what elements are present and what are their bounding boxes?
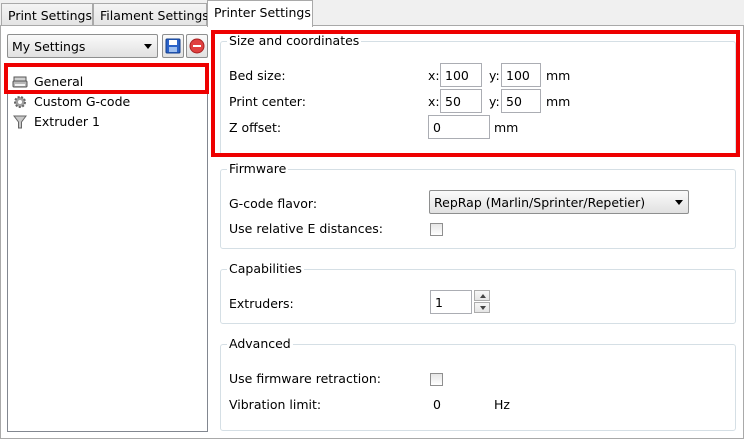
advanced-group: Advanced Use firmware retraction: Vibrat… — [220, 336, 736, 431]
save-preset-button[interactable] — [162, 34, 184, 58]
firmware-retraction-label: Use firmware retraction: — [229, 371, 381, 386]
group-title: Capabilities — [227, 261, 304, 276]
gcode-flavor-label: G-code flavor: — [229, 196, 318, 211]
chevron-down-icon — [144, 44, 152, 49]
delete-preset-button[interactable] — [186, 34, 208, 58]
tab-label: Filament Settings — [100, 8, 209, 23]
group-title: Firmware — [227, 161, 289, 176]
highlight-box-size-coordinates — [211, 30, 740, 157]
tree-item-custom-gcode[interactable]: Custom G-code — [12, 93, 202, 111]
chevron-down-icon — [675, 200, 683, 205]
stepper-down-button[interactable] — [474, 302, 490, 313]
funnel-icon — [13, 115, 27, 129]
tree-item-label: Extruder 1 — [34, 114, 100, 129]
preset-select[interactable]: My Settings — [7, 34, 158, 58]
firmware-group: Firmware G-code flavor: RepRap (Marlin/S… — [220, 161, 736, 249]
tab-label: Printer Settings — [214, 5, 311, 20]
gear-icon — [14, 96, 26, 108]
relative-e-label: Use relative E distances: — [229, 221, 384, 236]
save-icon — [165, 38, 181, 54]
delete-icon — [189, 38, 205, 54]
tab-printer-settings[interactable]: Printer Settings — [207, 0, 313, 27]
extruders-stepper — [474, 290, 492, 314]
tab-print-settings[interactable]: Print Settings — [1, 3, 93, 26]
extruders-label: Extruders: — [229, 296, 294, 311]
tree-item-label: Custom G-code — [34, 94, 131, 109]
tab-bar: Print Settings Filament Settings Printer… — [0, 0, 744, 27]
settings-tree: General Custom G-code Extruder 1 — [7, 64, 208, 432]
chevron-up-icon — [480, 294, 486, 298]
chevron-down-icon — [480, 306, 486, 310]
tab-filament-settings[interactable]: Filament Settings — [93, 3, 209, 26]
vibration-limit-label: Vibration limit: — [229, 397, 322, 412]
stepper-up-button[interactable] — [474, 290, 490, 301]
gcode-flavor-select[interactable]: RepRap (Marlin/Sprinter/Repetier) — [429, 190, 689, 214]
gcode-flavor-value: RepRap (Marlin/Sprinter/Repetier) — [434, 195, 646, 210]
preset-select-value: My Settings — [12, 39, 86, 54]
vibration-limit-unit: Hz — [494, 397, 510, 412]
capabilities-group: Capabilities Extruders: 1 — [220, 261, 736, 324]
tree-item-extruder-1[interactable]: Extruder 1 — [12, 113, 202, 131]
group-title: Advanced — [227, 336, 293, 351]
tab-label: Print Settings — [8, 8, 92, 23]
firmware-retraction-checkbox[interactable] — [430, 373, 443, 386]
vibration-limit-value[interactable]: 0 — [433, 397, 441, 412]
extruders-input[interactable]: 1 — [430, 290, 472, 314]
highlight-box-general — [4, 63, 209, 94]
relative-e-checkbox[interactable] — [430, 223, 443, 236]
